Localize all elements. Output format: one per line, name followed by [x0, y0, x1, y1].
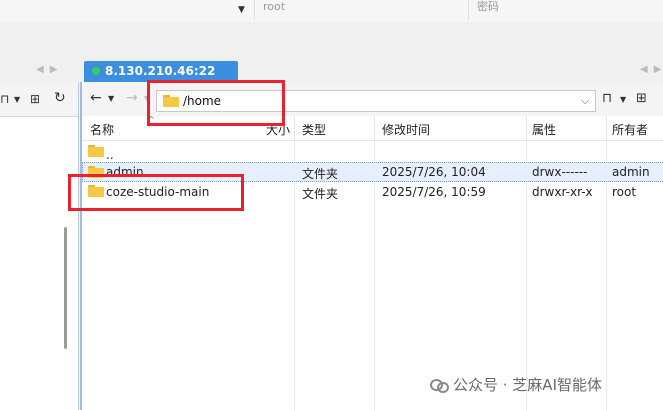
- password-field[interactable]: 密码: [468, 0, 663, 20]
- username-value: root: [263, 0, 286, 13]
- file-owner: root: [612, 185, 637, 199]
- back-arrow-icon[interactable]: ←: [90, 90, 102, 106]
- tab-remote-session[interactable]: 8.130.210.46:22: [84, 61, 238, 82]
- file-name: ..: [106, 148, 114, 162]
- new-folder-icon[interactable]: ⊞: [636, 91, 647, 106]
- watermark: 公众号 · 芝麻AI智能体: [430, 374, 602, 395]
- bookmark-icon[interactable]: ⊓: [0, 92, 9, 106]
- tab-label: 8.130.210.46:22: [105, 64, 216, 78]
- file-owner: admin: [612, 165, 650, 179]
- bookmark-dropdown-chevron-down-icon[interactable]: ▼: [620, 95, 626, 104]
- connection-bar: ▼ root 密码: [0, 0, 663, 23]
- bookmark-icon[interactable]: ⊓: [602, 91, 612, 106]
- left-pane-scroll-arrows-icon[interactable]: ◀▶: [36, 64, 63, 75]
- right-pane-scroll-arrows-icon[interactable]: ◀▶: [640, 64, 663, 75]
- refresh-icon[interactable]: ↻: [54, 90, 66, 106]
- username-field[interactable]: root: [254, 0, 468, 20]
- back-dropdown-chevron-down-icon[interactable]: ▼: [108, 94, 114, 103]
- folder-icon: [88, 145, 104, 157]
- column-modified[interactable]: 修改时间: [382, 121, 430, 138]
- file-type: 文件夹: [302, 167, 339, 181]
- new-folder-icon[interactable]: ⊞: [30, 92, 40, 106]
- local-toolbar: ⊓ ▼ ⊞ ↻: [0, 82, 78, 117]
- column-name[interactable]: 名称: [90, 121, 114, 138]
- local-scrollbar[interactable]: [64, 227, 67, 349]
- local-file-pane: ⊓ ▼ ⊞ ↻: [0, 82, 79, 410]
- file-modified: 2025/7/26, 10:59: [382, 185, 486, 199]
- column-attrs[interactable]: 属性: [532, 121, 556, 138]
- host-dropdown-chevron-down-icon[interactable]: ▼: [238, 5, 245, 15]
- file-type: 文件夹: [302, 187, 339, 201]
- path-dropdown-chevron-down-icon[interactable]: ⌵: [581, 94, 589, 108]
- remote-file-pane: ← ▼ → ▼ /home ⌵ ⊓ ▼ ⊞ 名称 大小 类型 修改时间 属性 所…: [80, 82, 663, 410]
- wechat-logo-icon: [430, 378, 449, 393]
- bookmark-dropdown-chevron-down-icon[interactable]: ▼: [14, 95, 20, 104]
- file-modified: 2025/7/26, 10:04: [382, 165, 486, 179]
- column-type[interactable]: 类型: [302, 121, 326, 138]
- watermark-text: 公众号 · 芝麻AI智能体: [453, 376, 602, 394]
- folder-highlight-box: [68, 174, 244, 211]
- file-attrs: drwx------: [532, 165, 588, 179]
- password-placeholder: 密码: [477, 0, 499, 13]
- file-attrs: drwxr-xr-x: [532, 185, 593, 199]
- forward-arrow-icon[interactable]: →: [126, 90, 138, 106]
- path-highlight-box: [147, 80, 285, 126]
- column-owner[interactable]: 所有者: [612, 121, 648, 138]
- table-row[interactable]: ..: [82, 142, 663, 162]
- connected-status-icon: [92, 67, 100, 75]
